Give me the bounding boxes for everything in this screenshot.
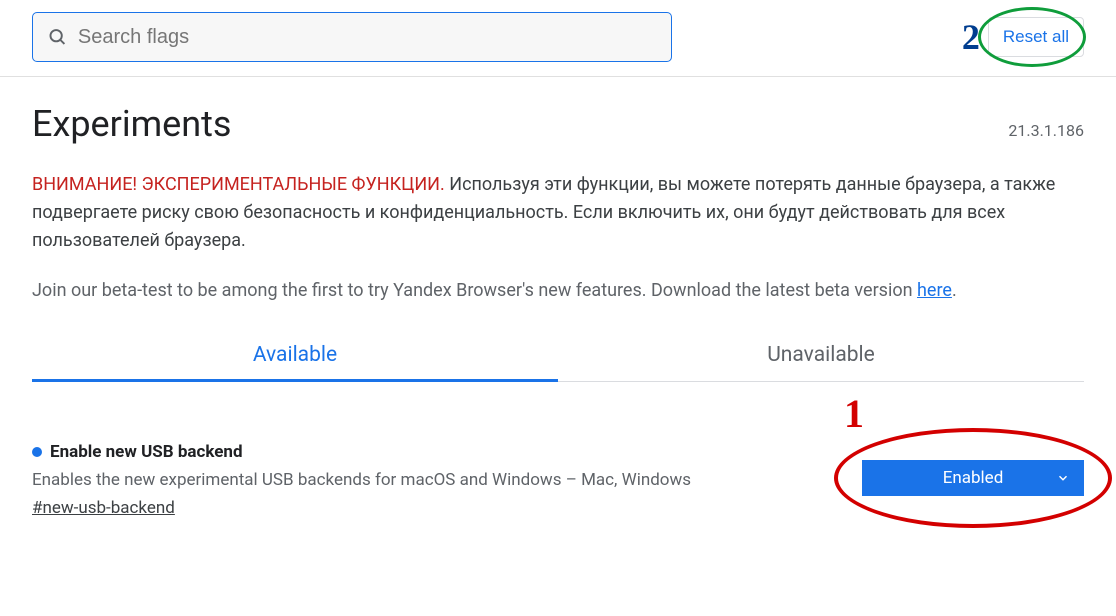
reset-all-button[interactable]: Reset all (988, 17, 1084, 57)
tab-available[interactable]: Available (32, 333, 558, 381)
warning-label: ВНИМАНИЕ! ЭКСПЕРИМЕНТАЛЬНЫЕ ФУНКЦИИ. (32, 174, 445, 195)
flag-selected-value: Enabled (943, 468, 1004, 488)
flag-hash-link[interactable]: #new-usb-backend (32, 498, 175, 518)
top-bar: 2 Reset all (0, 0, 1116, 77)
flags-list: 1 Enable new USB backend Enables the new… (32, 382, 1084, 519)
tabs: Available Unavailable (32, 333, 1084, 382)
beta-prefix: Join our beta-test to be among the first… (32, 280, 917, 301)
search-input[interactable] (78, 26, 657, 49)
chevron-down-icon (1056, 471, 1070, 485)
page-title: Experiments (32, 103, 231, 145)
beta-text: Join our beta-test to be among the first… (32, 277, 1084, 305)
version-label: 21.3.1.186 (1008, 121, 1084, 140)
search-icon (47, 26, 68, 48)
warning-text: ВНИМАНИЕ! ЭКСПЕРИМЕНТАЛЬНЫЕ ФУНКЦИИ. Исп… (32, 171, 1084, 255)
annotation-number-2: 2 (962, 16, 980, 58)
bullet-icon (32, 447, 42, 457)
beta-link[interactable]: here (917, 280, 952, 301)
beta-suffix: . (952, 280, 957, 301)
reset-button-area: 2 Reset all (962, 16, 1084, 58)
flag-control: Enabled (862, 442, 1084, 496)
tab-unavailable[interactable]: Unavailable (558, 333, 1084, 381)
content-area: Experiments 21.3.1.186 ВНИМАНИЕ! ЭКСПЕРИ… (0, 77, 1116, 518)
annotation-number-1: 1 (844, 390, 864, 437)
flag-state-select[interactable]: Enabled (862, 460, 1084, 496)
flag-title: Enable new USB backend (50, 442, 243, 462)
flag-description: Enables the new experimental USB backend… (32, 468, 822, 493)
flag-info: Enable new USB backend Enables the new e… (32, 442, 822, 519)
search-box[interactable] (32, 12, 672, 62)
flag-row: Enable new USB backend Enables the new e… (32, 442, 1084, 519)
